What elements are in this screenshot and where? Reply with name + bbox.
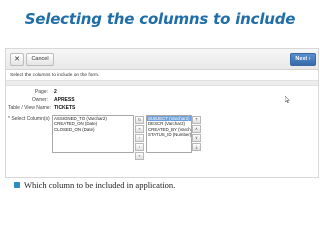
cancel-button[interactable]: Cancel [26,53,54,66]
bullet-text: Which column to be included in applicati… [24,180,176,190]
move-right-icon[interactable]: › [135,134,144,142]
page-label: Page: [34,89,48,95]
owner-label: Owner: [31,97,48,103]
page-value: 2 [54,89,57,95]
wizard-toolbar: ✕ Cancel Next › [6,49,318,70]
order-controls: ⤒ ∧ ∨ ⤓ [192,116,201,152]
move-top-icon[interactable]: ⤒ [192,116,201,124]
available-column-item[interactable]: CLOSED_ON (Date) [53,127,133,132]
mouse-pointer-icon [284,95,291,105]
available-columns-list[interactable]: ASSIGNED_TO (Varchar2) CREATED_ON (Date)… [52,115,134,153]
move-bottom-icon[interactable]: ⤓ [192,143,201,151]
close-icon: ✕ [14,56,20,63]
square-bullet-icon [14,182,20,188]
next-button-label: Next [295,56,308,62]
slide-title: Selecting the columns to include [24,10,296,28]
form-instruction: Select the columns to include on the for… [10,73,100,78]
table-view-value: TICKETS [54,105,76,111]
bullet-point: Which column to be included in applicati… [14,180,175,190]
selected-columns-list[interactable]: SUBJECT (Varchar2) DESCR (Varchar2) CREA… [146,115,192,153]
close-button[interactable]: ✕ [10,53,24,66]
move-all-left-icon[interactable]: « [135,152,144,160]
select-columns-label: * Select Column(s) [8,116,50,122]
move-up-icon[interactable]: ∧ [192,125,201,133]
owner-value: APRESS [54,97,75,103]
shuttle-controls: ↻ » › ‹ « [135,116,144,161]
next-arrow-icon: › [308,56,311,62]
wizard-screenshot: ✕ Cancel Next › Select the columns to in… [5,48,319,178]
move-left-icon[interactable]: ‹ [135,143,144,151]
next-button[interactable]: Next › [290,53,316,66]
move-all-right-icon[interactable]: » [135,125,144,133]
table-view-label: Table / View Name: [8,105,51,111]
reset-icon[interactable]: ↻ [135,116,144,124]
selected-column-item[interactable]: STATUS_ID (Number) [147,132,191,137]
region-divider [6,80,318,86]
move-down-icon[interactable]: ∨ [192,134,201,142]
